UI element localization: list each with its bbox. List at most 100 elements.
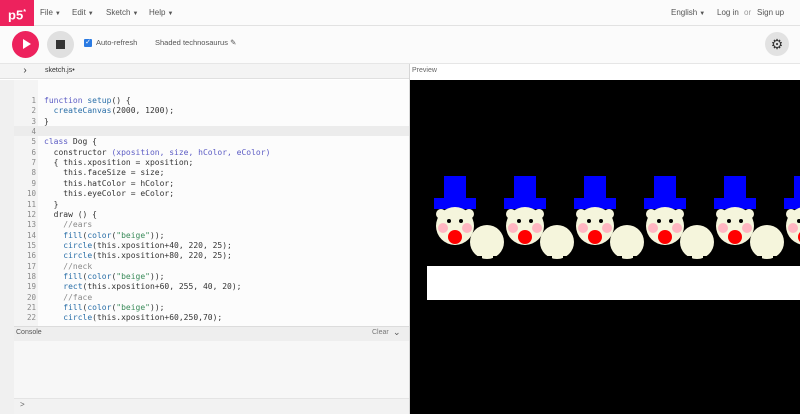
or-text: or	[744, 8, 752, 17]
dog-nose	[518, 230, 532, 244]
code-line: circle(this.xposition+60,250,70);	[44, 313, 223, 323]
code-line: constructor (xposition, size, hColor, eC…	[44, 147, 271, 157]
settings-gear-icon[interactable]: ⚙	[765, 32, 789, 56]
dog-eye	[669, 219, 673, 223]
chevron-right-icon[interactable]: ›	[14, 64, 36, 78]
menu-edit[interactable]: Edit ▼	[72, 0, 94, 26]
menu-edit-label: Edit	[72, 8, 86, 17]
dog-cheek	[648, 223, 658, 233]
line-number: 16	[26, 251, 36, 261]
dog-leg	[687, 256, 692, 264]
dog-ear	[674, 209, 684, 219]
dog-ear	[716, 209, 726, 219]
sketch-output	[427, 176, 800, 300]
play-button[interactable]	[12, 31, 39, 58]
sidebar-strip	[0, 80, 14, 414]
dog-cheek	[578, 223, 588, 233]
code-line: this.hatColor = hColor;	[44, 178, 175, 188]
clear-console-button[interactable]: Clear	[372, 329, 389, 336]
console-output	[14, 341, 410, 398]
menu-help[interactable]: Help ▼	[149, 0, 173, 26]
dog-eye	[739, 219, 743, 223]
p5-logo[interactable]: p5*	[0, 0, 34, 26]
chevron-down-icon: ▼	[699, 11, 706, 17]
console-prompt: >	[20, 400, 25, 409]
line-number: 17	[26, 261, 36, 271]
dog-leg	[493, 256, 498, 264]
project-name-text: Shaded technosaurus	[155, 38, 228, 47]
dog-cheek	[532, 223, 542, 233]
dog-leg	[703, 256, 708, 264]
dog-ear	[506, 209, 516, 219]
code-line: //ears	[44, 220, 93, 230]
dog-ear	[534, 209, 544, 219]
menu-sketch[interactable]: Sketch ▼	[106, 0, 138, 26]
signup-link[interactable]: Sign up	[757, 0, 784, 26]
line-number: 15	[26, 240, 36, 250]
dog-eye	[447, 219, 451, 223]
dog-body	[610, 225, 644, 259]
preview-canvas[interactable]	[410, 80, 800, 414]
menu-file[interactable]: File ▼	[40, 0, 61, 26]
line-number: 4	[31, 127, 36, 137]
dog-body	[540, 225, 574, 259]
code-line: { this.xposition = xposition;	[44, 158, 194, 168]
dog-nose	[588, 230, 602, 244]
menu-file-label: File	[40, 8, 53, 17]
dog-leg	[563, 256, 568, 264]
code-line: //face	[44, 292, 93, 302]
chevron-down-icon: ▼	[167, 11, 174, 17]
code-line: createCanvas(2000, 1200);	[44, 106, 175, 116]
chevron-down-icon: ▼	[54, 11, 61, 17]
dog-eye	[599, 219, 603, 223]
language-selector[interactable]: English ▼	[671, 0, 705, 26]
dog-leg	[547, 256, 552, 264]
line-number: 3	[31, 116, 36, 126]
pencil-icon[interactable]: ✎	[230, 38, 236, 47]
dog-hat-crown	[584, 176, 606, 200]
stop-button[interactable]	[47, 31, 74, 58]
chevron-down-icon[interactable]: ⌄	[393, 327, 401, 338]
dog-cheek	[438, 223, 448, 233]
logo-text: p5	[8, 7, 24, 23]
code-line: function setup() {	[44, 96, 131, 105]
dog-hat-crown	[794, 176, 800, 200]
auto-refresh-checkbox[interactable]: ✓	[84, 39, 92, 47]
line-number: 8	[31, 168, 36, 178]
dog-hat-crown	[654, 176, 676, 200]
line-number: 18	[26, 271, 36, 281]
file-name: sketch.js	[45, 67, 73, 74]
login-link[interactable]: Log in	[717, 0, 739, 26]
dog-nose	[658, 230, 672, 244]
line-number: 2	[31, 106, 36, 116]
line-number: 13	[26, 220, 36, 230]
line-number: 19	[26, 282, 36, 292]
console-label: Console	[16, 329, 42, 336]
dog-leg	[633, 256, 638, 264]
dog-ear	[744, 209, 754, 219]
dog-cheek	[788, 223, 798, 233]
language-label: English	[671, 8, 698, 17]
dog-ear	[576, 209, 586, 219]
dog-hat-brim	[784, 198, 800, 209]
project-name[interactable]: Shaded technosaurus ✎	[155, 38, 236, 47]
line-number: 11	[26, 199, 36, 209]
dog-hat-crown	[724, 176, 746, 200]
dog-leg	[773, 256, 778, 264]
auto-refresh-label: Auto-refresh	[96, 38, 138, 47]
file-tab-sketch[interactable]: sketch.js•	[45, 67, 75, 74]
code-line: circle(this.xposition+40, 220, 25);	[44, 240, 232, 250]
dog-nose	[728, 230, 742, 244]
code-line: rect(this.xposition+60, 255, 40, 20);	[44, 282, 242, 292]
code-line: circle(this.xposition+80, 220, 25);	[44, 251, 232, 261]
line-number: 9	[31, 178, 36, 188]
line-number: 5	[31, 137, 36, 147]
code-line: draw () {	[44, 209, 97, 219]
dog-hat-crown	[444, 176, 466, 200]
preview-label: Preview	[412, 67, 437, 74]
console-input[interactable]	[14, 398, 410, 414]
dog-hat-crown	[514, 176, 536, 200]
dog-eye	[657, 219, 661, 223]
logo-star: *	[23, 9, 26, 16]
code-line: //neck	[44, 261, 93, 271]
